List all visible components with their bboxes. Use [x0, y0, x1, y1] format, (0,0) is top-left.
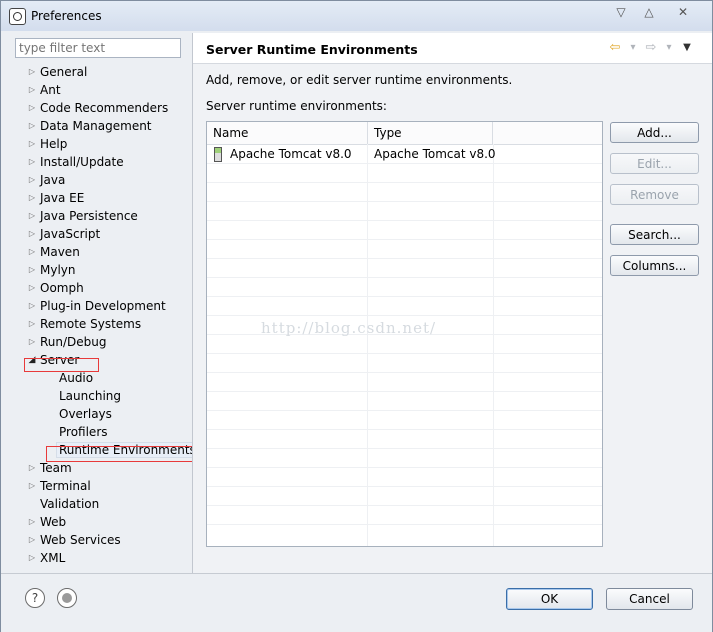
tree-item-install-update[interactable]: ▷ Install/Update	[29, 153, 124, 171]
maximize-icon[interactable]: △	[636, 4, 662, 20]
preferences-tree: ▷ General ▷ Ant ▷ Code Recommenders ▷ Data M…	[1, 63, 199, 573]
add-button[interactable]: Add...	[610, 122, 699, 143]
expand-arrow-icon[interactable]: ▷	[26, 81, 38, 99]
expand-arrow-icon[interactable]: ▷	[26, 459, 38, 477]
expand-arrow-icon[interactable]: ▷	[26, 333, 38, 351]
page-title: Server Runtime Environments	[206, 42, 418, 57]
tree-item-java-persistence[interactable]: ▷ Java Persistence	[29, 207, 138, 225]
filter-field[interactable]	[15, 38, 181, 58]
page-description: Add, remove, or edit server runtime envi…	[206, 73, 513, 87]
expand-arrow-icon[interactable]: ▷	[26, 477, 38, 495]
tree-item-code-recommenders[interactable]: ▷ Code Recommenders	[29, 99, 168, 117]
columns-button[interactable]: Columns...	[610, 255, 699, 276]
tree-item-maven[interactable]: ▷ Maven	[29, 243, 80, 261]
edit-button[interactable]: Edit...	[610, 153, 699, 174]
tree-item-terminal[interactable]: ▷ Terminal	[29, 477, 91, 495]
minimize-icon[interactable]: ▽	[608, 4, 634, 20]
tree-item-profilers[interactable]: Profilers	[59, 423, 108, 441]
tree-item-web[interactable]: ▷ Web	[29, 513, 66, 531]
expand-arrow-icon[interactable]: ▷	[26, 513, 38, 531]
watermark-text: http://blog.csdn.net/	[261, 319, 437, 337]
runtime-name-cell: Apache Tomcat v8.0	[230, 147, 352, 161]
filter-input[interactable]	[16, 39, 180, 57]
remove-button[interactable]: Remove	[610, 184, 699, 205]
expand-arrow-icon[interactable]: ▷	[26, 225, 38, 243]
expand-arrow-icon[interactable]: ▷	[26, 279, 38, 297]
tree-item-javascript[interactable]: ▷ JavaScript	[29, 225, 100, 243]
search-button[interactable]: Search...	[610, 224, 699, 245]
view-menu-icon[interactable]: ▼	[676, 40, 698, 56]
server-runtime-icon	[214, 147, 222, 162]
tree-item-help[interactable]: ▷ Help	[29, 135, 67, 153]
preferences-window: Preferences ▽ △ ✕ ▷General ▷Ant ▷Code Re…	[0, 0, 713, 632]
ok-button[interactable]: OK	[506, 588, 593, 610]
tree-item-xml[interactable]: ▷ XML	[29, 549, 65, 567]
tree-item-java-ee[interactable]: ▷ Java EE	[29, 189, 84, 207]
close-icon[interactable]: ✕	[670, 4, 696, 20]
expand-arrow-icon[interactable]: ▷	[26, 189, 38, 207]
expand-arrow-icon[interactable]: ▷	[26, 549, 38, 567]
tree-item-data-management[interactable]: ▷ Data Management	[29, 117, 152, 135]
runtime-type-cell: Apache Tomcat v8.0	[374, 147, 496, 161]
table-row[interactable]: Apache Tomcat v8.0 Apache Tomcat v8.0	[207, 144, 602, 164]
expand-arrow-icon[interactable]: ▷	[26, 531, 38, 549]
tree-item-plug-in-development[interactable]: ▷ Plug-in Development	[29, 297, 166, 315]
window-title: Preferences	[31, 9, 102, 23]
expand-arrow-icon[interactable]: ▷	[26, 243, 38, 261]
column-header-type[interactable]: Type	[368, 122, 493, 144]
tree-item-general[interactable]: ▷ General	[29, 63, 87, 81]
expand-arrow-icon[interactable]: ▷	[26, 63, 38, 81]
eclipse-app-icon	[9, 8, 26, 25]
column-header-name[interactable]: Name	[207, 122, 368, 144]
expand-arrow-icon[interactable]: ▷	[26, 171, 38, 189]
cancel-button[interactable]: Cancel	[606, 588, 693, 610]
tree-item-run-debug[interactable]: ▷ Run/Debug	[29, 333, 107, 351]
tree-item-remote-systems[interactable]: ▷ Remote Systems	[29, 315, 141, 333]
tree-item-java[interactable]: ▷ Java	[29, 171, 65, 189]
runtime-list-label: Server runtime environments:	[206, 99, 387, 113]
page-header: Server Runtime Environments ⇦ ▾ ⇨ ▾ ▼	[193, 33, 712, 64]
expand-arrow-icon[interactable]: ▷	[26, 135, 38, 153]
highlight-box-server	[24, 358, 99, 372]
expand-arrow-icon[interactable]: ▷	[26, 207, 38, 225]
expand-arrow-icon[interactable]: ▷	[26, 261, 38, 279]
tree-item-mylyn[interactable]: ▷ Mylyn	[29, 261, 76, 279]
record-macro-icon[interactable]	[57, 588, 77, 608]
expand-arrow-icon[interactable]: ▷	[26, 315, 38, 333]
dialog-footer: ? OK Cancel	[1, 573, 712, 632]
table-header: Name Type	[207, 122, 602, 145]
tree-item-ant[interactable]: ▷ Ant	[29, 81, 61, 99]
tree-item-validation[interactable]: Validation	[40, 495, 99, 513]
tree-item-overlays[interactable]: Overlays	[59, 405, 112, 423]
title-bar: Preferences ▽ △ ✕	[1, 1, 712, 31]
tree-item-oomph[interactable]: ▷ Oomph	[29, 279, 84, 297]
expand-arrow-icon[interactable]: ▷	[26, 297, 38, 315]
help-icon[interactable]: ?	[25, 588, 45, 608]
expand-arrow-icon[interactable]: ▷	[26, 99, 38, 117]
expand-arrow-icon[interactable]: ▷	[26, 117, 38, 135]
tree-item-launching[interactable]: Launching	[59, 387, 121, 405]
highlight-box-runtime-environments	[46, 446, 208, 462]
page-nav: ⇦ ▾ ⇨ ▾ ▼	[604, 40, 696, 56]
expand-arrow-icon[interactable]: ▷	[26, 153, 38, 171]
tree-item-web-services[interactable]: ▷ Web Services	[29, 531, 121, 549]
